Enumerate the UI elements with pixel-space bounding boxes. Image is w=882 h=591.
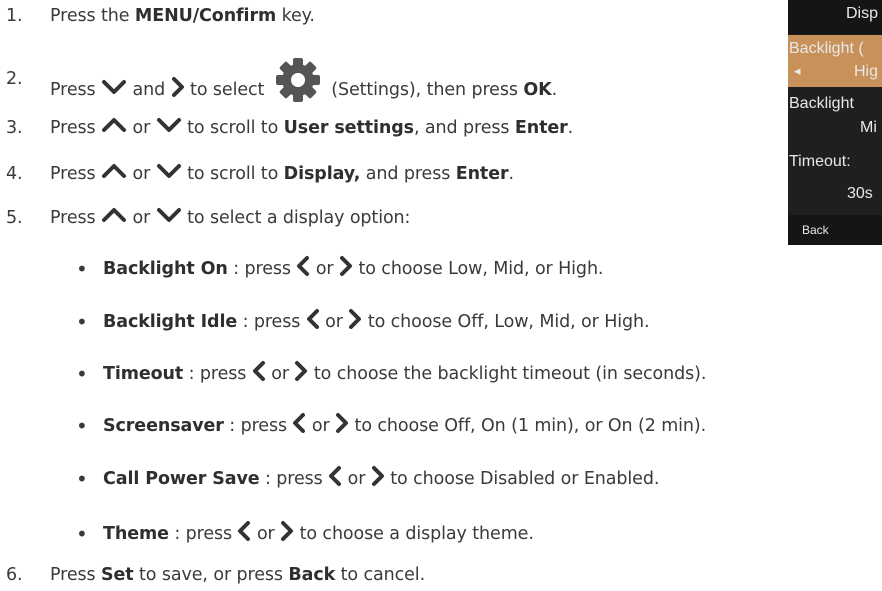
bullet: • bbox=[76, 414, 88, 438]
option-name: Screensaver bbox=[103, 416, 224, 436]
bullet: • bbox=[76, 467, 88, 491]
step-number: 6. bbox=[6, 565, 23, 585]
chevron-left-icon bbox=[297, 256, 310, 276]
timeout-label: Timeout: bbox=[789, 153, 851, 170]
chevron-right-icon bbox=[371, 466, 384, 486]
chevron-left-icon bbox=[293, 413, 306, 433]
backlight-on-value: Hig bbox=[854, 63, 879, 80]
chevron-up-icon bbox=[102, 208, 127, 222]
menu-target: User settings bbox=[283, 118, 414, 138]
bullet: • bbox=[76, 522, 88, 546]
chevron-right-icon bbox=[171, 77, 184, 97]
timeout-value: 30s bbox=[847, 185, 873, 202]
chevron-up-icon bbox=[102, 164, 127, 178]
step-number: 3. bbox=[6, 118, 23, 138]
option-name: Call Power Save bbox=[103, 469, 260, 489]
backlight-on-label: Backlight ( bbox=[789, 40, 864, 57]
backlight-idle-label: Backlight bbox=[789, 95, 854, 112]
menu-target: Display, bbox=[283, 164, 361, 184]
chevron-down-icon bbox=[156, 164, 181, 178]
step-number: 5. bbox=[6, 208, 23, 228]
chevron-right-icon bbox=[336, 413, 349, 433]
chevron-up-icon bbox=[102, 118, 127, 132]
bullet: • bbox=[76, 362, 88, 386]
key-name: Enter bbox=[455, 164, 509, 184]
chevron-right-icon bbox=[349, 309, 362, 329]
bullet: • bbox=[76, 310, 88, 334]
step-number: 2. bbox=[6, 69, 23, 89]
step-number: 1. bbox=[6, 6, 23, 26]
key-name: Back bbox=[288, 565, 336, 585]
option-name: Backlight Idle bbox=[103, 312, 238, 332]
chevron-right-icon bbox=[281, 521, 294, 541]
backlight-idle-value: Mi bbox=[860, 119, 877, 136]
chevron-left-icon bbox=[306, 309, 319, 329]
key-name: Set bbox=[101, 565, 134, 585]
phone-display-screen: Disp Backlight ( ◂ Hig Backlight Mi Time… bbox=[788, 0, 882, 245]
option-name: Backlight On bbox=[103, 259, 228, 279]
back-softkey[interactable]: Back bbox=[802, 223, 829, 237]
key-name: OK bbox=[523, 80, 552, 100]
chevron-right-icon bbox=[295, 361, 308, 381]
bullet: • bbox=[76, 257, 88, 281]
gear-icon bbox=[275, 58, 320, 102]
chevron-left-icon[interactable]: ◂ bbox=[794, 63, 801, 79]
instruction-document: 1. Press the MENU/Confirm key. 2. Press … bbox=[0, 0, 882, 591]
key-name: MENU/Confirm bbox=[134, 6, 277, 26]
option-name: Timeout bbox=[103, 364, 184, 384]
chevron-left-icon bbox=[329, 466, 342, 486]
screen-title: Disp bbox=[846, 5, 879, 22]
chevron-down-icon bbox=[156, 118, 181, 132]
key-name: Enter bbox=[514, 118, 568, 138]
chevron-down-icon bbox=[102, 80, 127, 94]
chevron-left-icon bbox=[252, 361, 265, 381]
option-name: Theme bbox=[103, 524, 169, 544]
chevron-right-icon bbox=[340, 256, 352, 276]
screen-softkey-bar: Back bbox=[788, 215, 882, 245]
chevron-left-icon bbox=[238, 521, 251, 541]
step-number: 4. bbox=[6, 164, 23, 184]
screen-header: Disp bbox=[788, 0, 882, 34]
chevron-down-icon bbox=[156, 208, 181, 222]
